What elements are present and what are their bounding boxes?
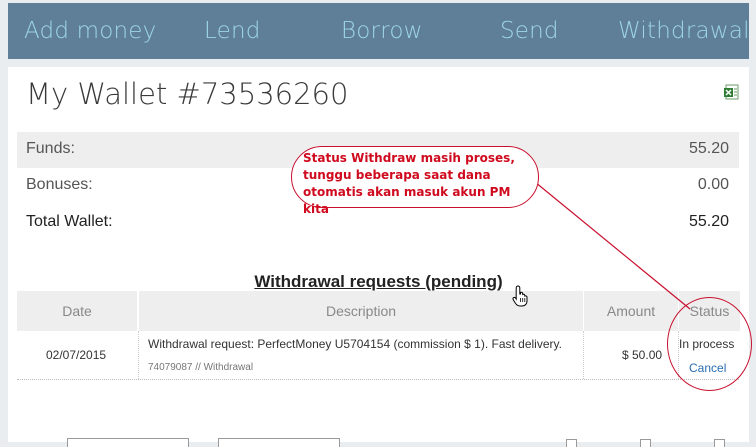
status-highlight-ellipse: [667, 297, 752, 391]
annotation-arrow: [534, 181, 691, 310]
annotation-text: Status Withdraw masih proses, tunggu beb…: [303, 151, 515, 216]
annotation-callout: Status Withdraw masih proses, tunggu beb…: [291, 146, 539, 216]
